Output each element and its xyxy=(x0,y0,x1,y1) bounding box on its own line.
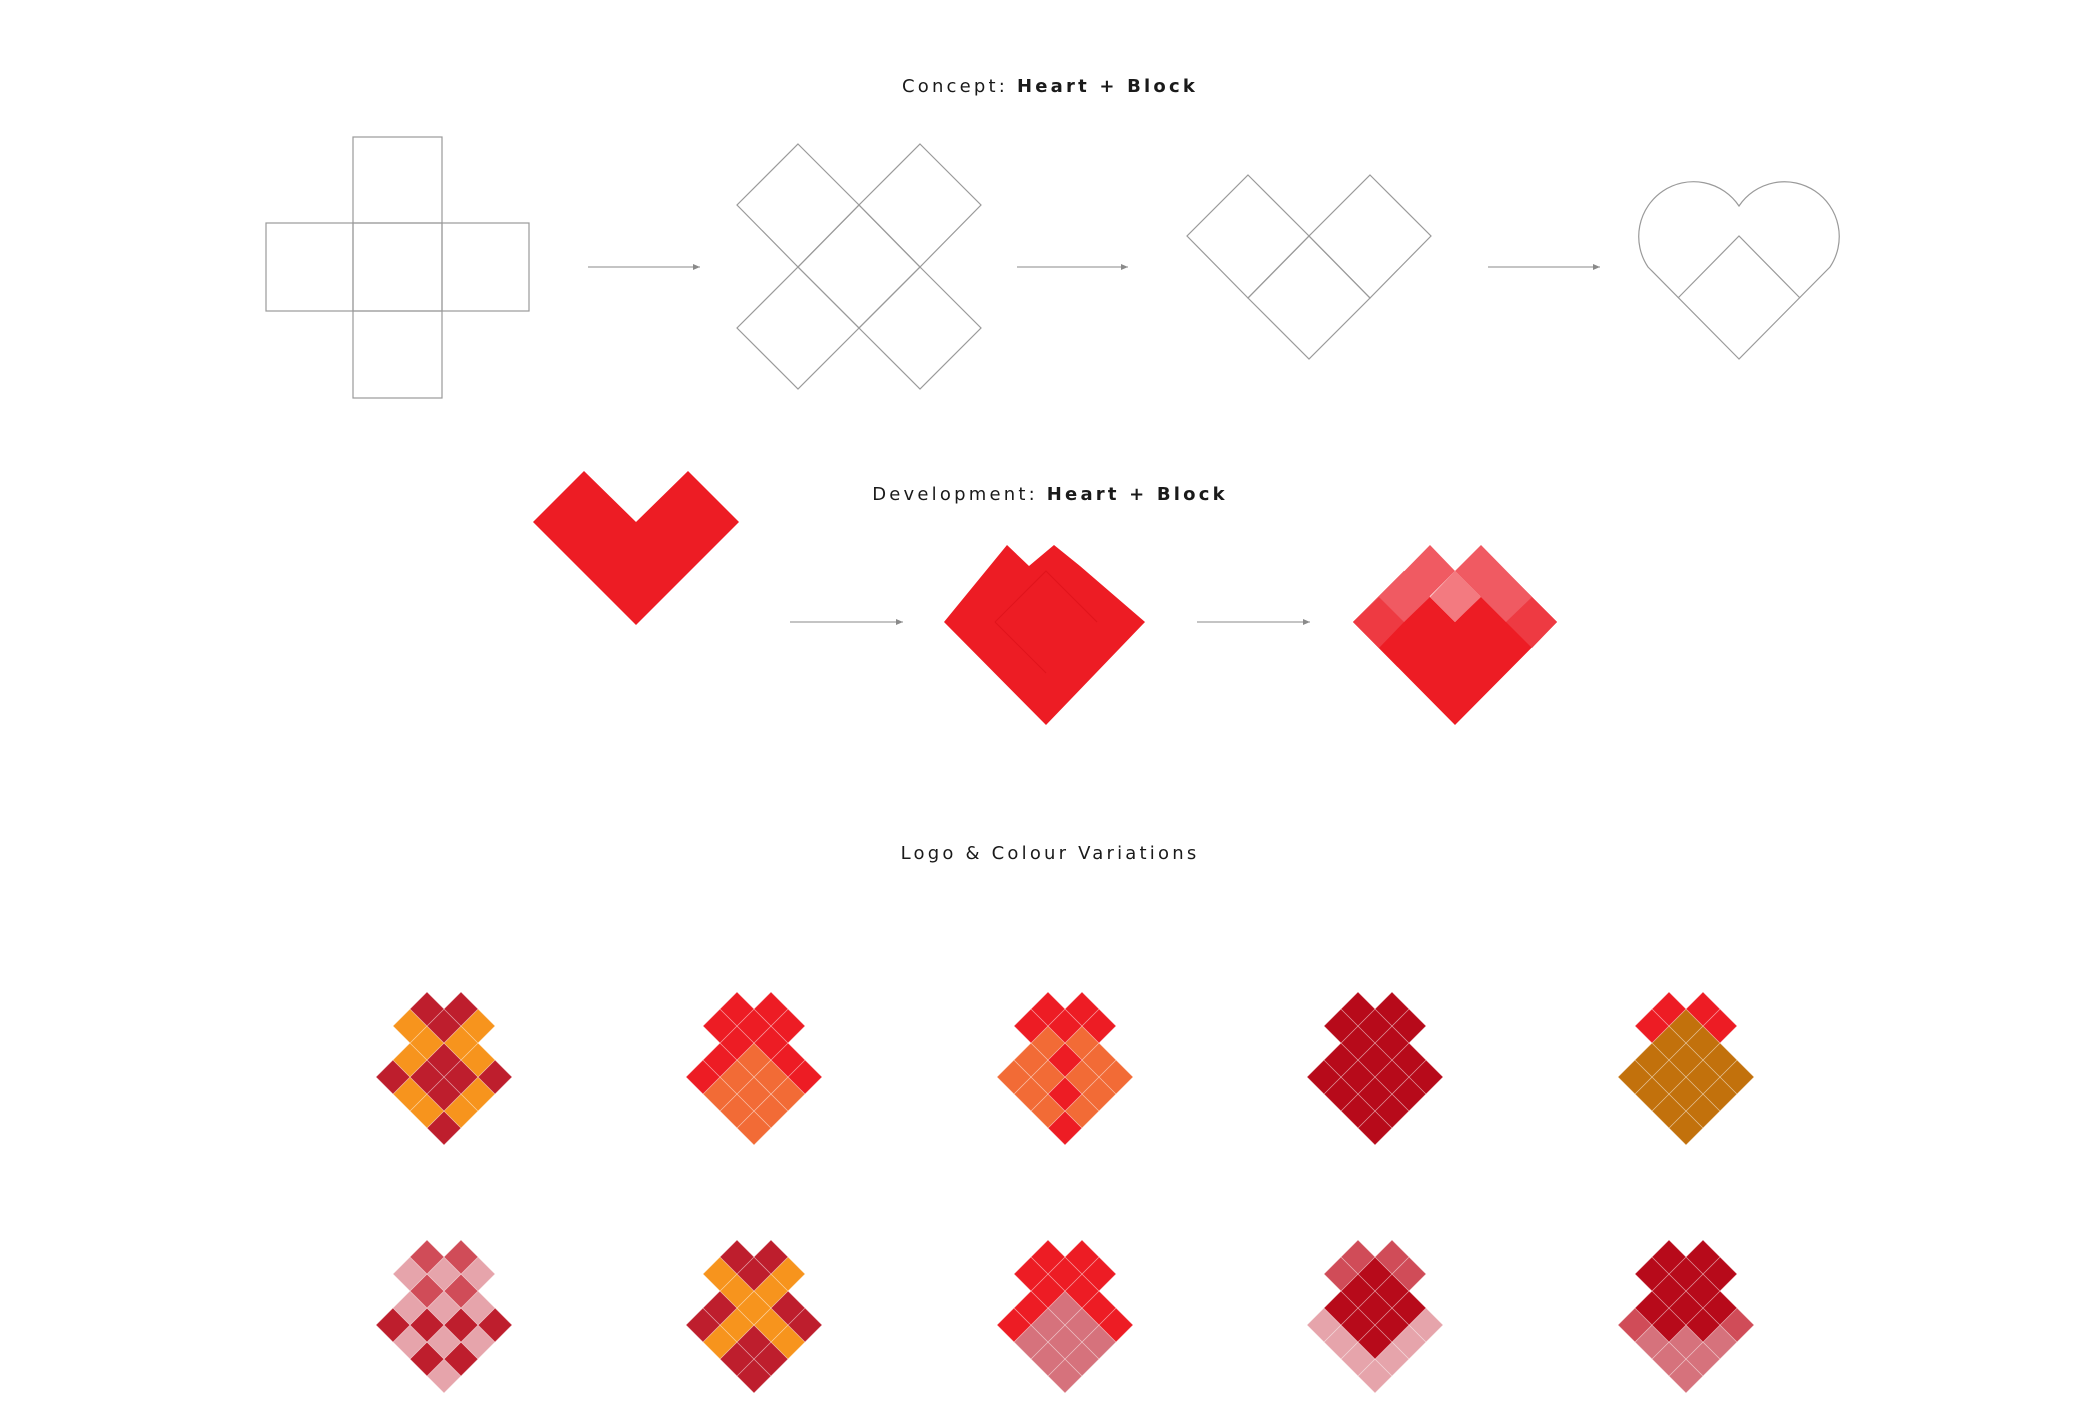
logo-variation-red-mustard xyxy=(1617,991,1755,1146)
plus-square-right xyxy=(441,222,530,312)
logo-variations-grid xyxy=(375,991,1755,1394)
block-heart-diamond-left xyxy=(1186,174,1310,299)
development-heart-full xyxy=(944,545,1145,725)
concept-rounded-heart xyxy=(1638,181,1840,360)
plus-square-top xyxy=(352,136,443,224)
logo-variation-orange-red-chevron xyxy=(996,991,1134,1146)
plus-square-bottom xyxy=(352,310,443,399)
x-diamond-bottom-left xyxy=(736,266,860,390)
block-heart-diamond-bottom xyxy=(1247,235,1371,360)
logo-variation-crimson-pink-base xyxy=(1617,1239,1755,1394)
concept-block-heart xyxy=(1186,174,1432,360)
logo-variation-dark-red-solid xyxy=(1306,991,1444,1146)
logo-variation-crimson-orange-cross xyxy=(375,991,513,1146)
x-diamond-top-right xyxy=(858,143,982,268)
x-diamond-center xyxy=(797,204,921,329)
development-heart-simple xyxy=(533,471,739,625)
development-heart-shaded xyxy=(1353,545,1557,725)
logo-variation-pink-dark-red xyxy=(1306,1239,1444,1394)
rounded-heart-inner-lines xyxy=(1677,235,1801,299)
block-heart-diamond-right xyxy=(1308,174,1432,299)
rounded-heart-outline xyxy=(1638,181,1840,360)
logo-variation-pink-checker xyxy=(375,1239,513,1394)
x-diamond-bottom-right xyxy=(858,266,982,390)
concept-x-shape xyxy=(736,143,982,390)
x-diamond-top-left xyxy=(736,143,860,268)
heart-block-diagram xyxy=(265,136,1840,1394)
plus-square-left xyxy=(265,222,354,312)
plus-square-center xyxy=(352,222,443,312)
logo-variation-red-orange-lower xyxy=(685,991,823,1146)
logo-variation-crimson-orange-zigzag xyxy=(685,1239,823,1394)
logo-variation-red-pink xyxy=(996,1239,1134,1394)
concept-plus-shape xyxy=(265,136,530,399)
